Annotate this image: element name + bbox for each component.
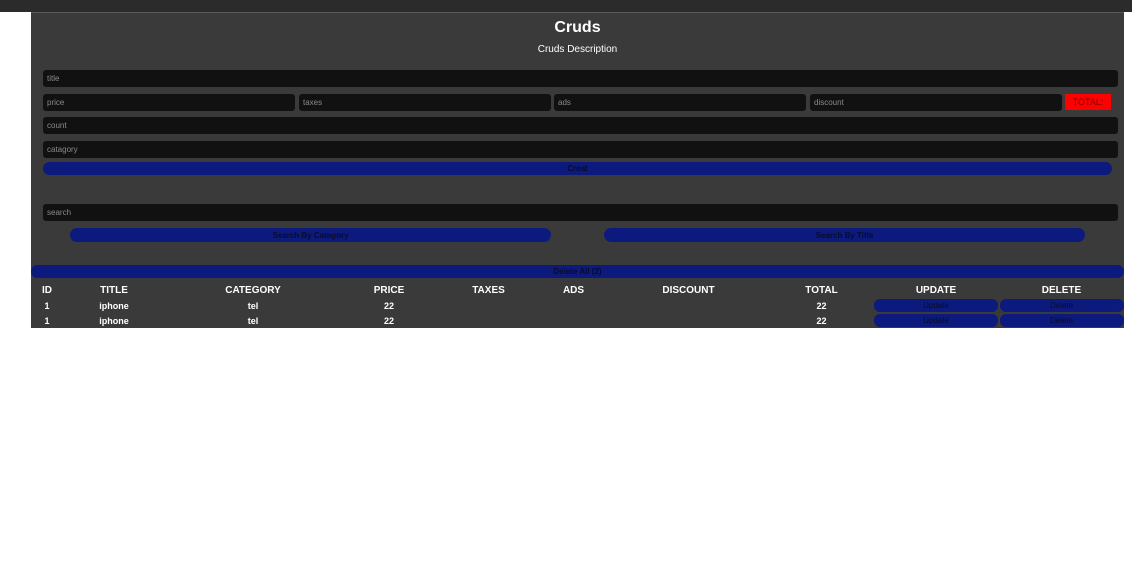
column-header-delete: DELETE — [1041, 285, 1082, 296]
search-by-title-button[interactable]: Search By Title — [604, 228, 1085, 242]
search-input[interactable] — [43, 204, 1118, 221]
column-header-category: CATEGORY — [225, 285, 281, 296]
crud-app: Cruds Cruds Description TOTAL: Creat Sea… — [31, 12, 1124, 328]
cell-discount — [607, 313, 770, 328]
column-header-id: ID — [42, 285, 52, 296]
cell-id: 1 — [44, 315, 50, 326]
cell-price: 22 — [383, 300, 394, 311]
table-row: 1 iphone tel 22 22 Update Delete — [31, 313, 1124, 328]
cell-price: 22 — [383, 315, 394, 326]
delete-all-button[interactable]: Delete All (2) — [31, 265, 1124, 278]
cell-ads — [540, 298, 607, 313]
cell-total: 22 — [816, 315, 827, 326]
column-header-update: UPDATE — [915, 285, 957, 296]
cell-update: Update — [873, 313, 999, 328]
table-row: 1 iphone tel 22 22 Update Delete — [31, 298, 1124, 313]
cell-category: tel — [247, 300, 259, 311]
count-input[interactable] — [43, 117, 1118, 134]
search-by-category-button[interactable]: Search By Category — [70, 228, 551, 242]
cell-delete: Delete — [999, 298, 1124, 313]
column-header-title: TITLE — [100, 285, 128, 296]
column-header-total: TOTAL — [805, 285, 838, 296]
browser-top-bar — [0, 0, 1132, 12]
cell-delete: Delete — [999, 313, 1124, 328]
cell-update: Update — [873, 298, 999, 313]
cell-taxes — [437, 298, 540, 313]
column-header-ads: ADS — [562, 285, 585, 296]
delete-button[interactable]: Delete — [999, 314, 1124, 327]
column-header-price: PRICE — [373, 285, 405, 296]
table-header-row: ID TITLE CATEGORY PRICE TAXES ADS DISCOU… — [31, 283, 1124, 298]
page-title: Cruds — [554, 19, 601, 36]
price-input[interactable] — [43, 94, 295, 111]
taxes-input[interactable] — [299, 94, 551, 111]
cell-total: 22 — [816, 300, 827, 311]
delete-button[interactable]: Delete — [999, 299, 1124, 312]
discount-input[interactable] — [810, 94, 1062, 111]
update-button[interactable]: Update — [874, 299, 998, 312]
cell-discount — [607, 298, 770, 313]
cell-category: tel — [247, 315, 259, 326]
cell-title: iphone — [99, 300, 129, 311]
column-header-discount: DISCOUNT — [662, 285, 715, 296]
update-button[interactable]: Update — [874, 314, 998, 327]
cell-ads — [540, 313, 607, 328]
cell-title: iphone — [99, 315, 129, 326]
cell-taxes — [437, 313, 540, 328]
category-input[interactable] — [43, 141, 1118, 158]
ads-input[interactable] — [554, 94, 806, 111]
page-description: Cruds Description — [537, 44, 618, 55]
total-display: TOTAL: — [1065, 94, 1111, 110]
title-input[interactable] — [43, 70, 1118, 87]
create-button[interactable]: Creat — [43, 162, 1112, 175]
column-header-taxes: TAXES — [472, 285, 505, 296]
cell-id: 1 — [44, 300, 50, 311]
products-table: ID TITLE CATEGORY PRICE TAXES ADS DISCOU… — [31, 283, 1124, 328]
